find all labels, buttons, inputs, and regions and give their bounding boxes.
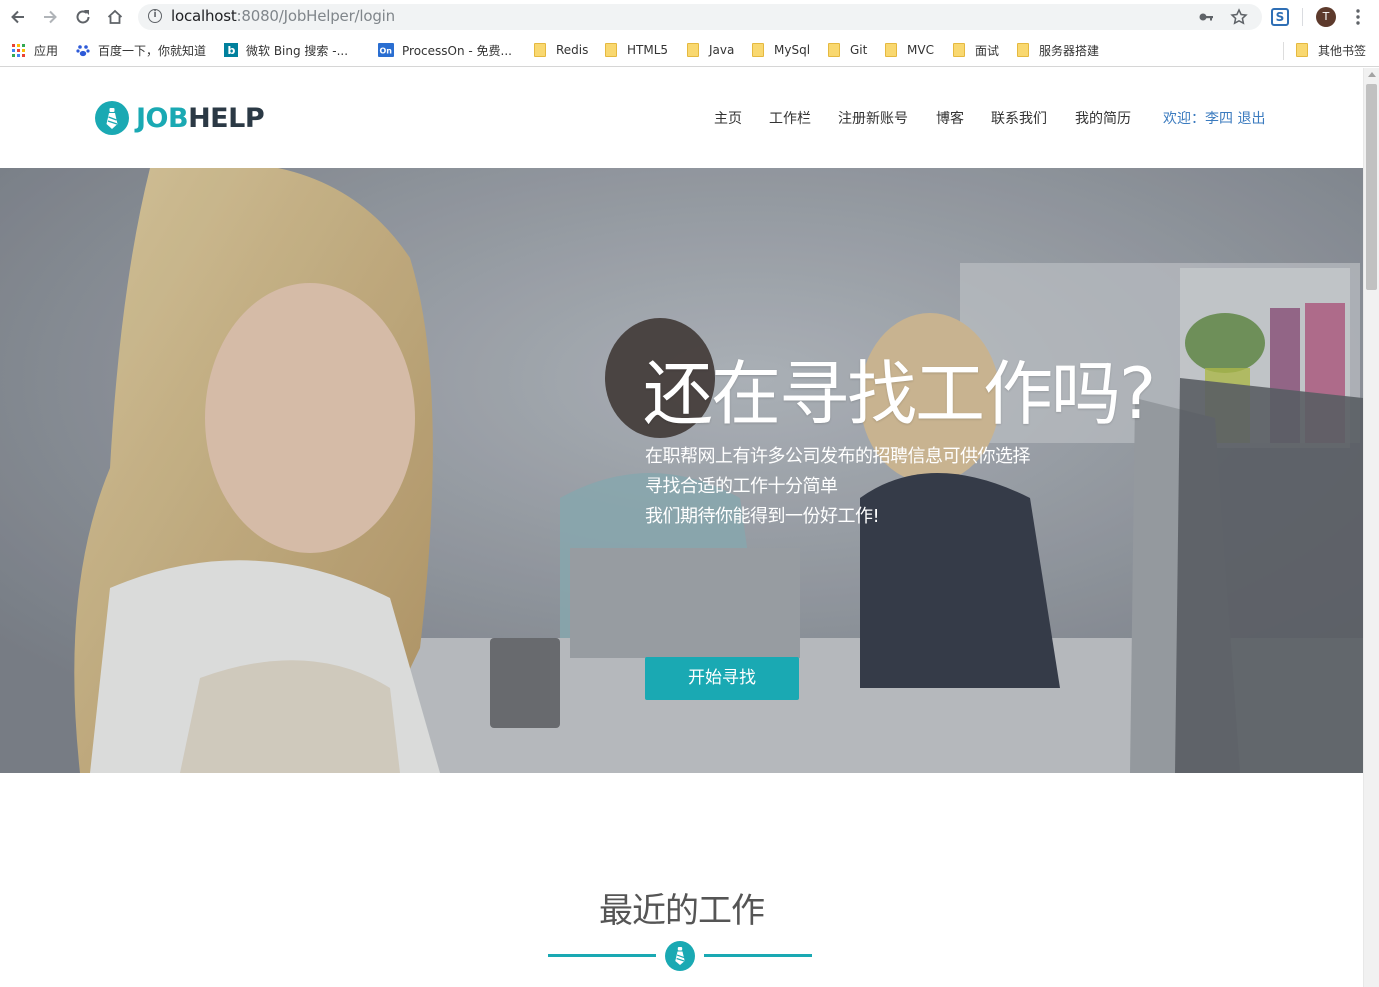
bookmark-folder-server[interactable]: 服务器搭建 xyxy=(1017,42,1099,58)
divider-right-line xyxy=(704,954,812,957)
hero-line-1: 在职帮网上有许多公司发布的招聘信息可供你选择 xyxy=(645,446,1031,467)
folder-icon xyxy=(828,43,840,57)
toolbar-separator xyxy=(1302,8,1303,26)
nav-blog[interactable]: 博客 xyxy=(936,108,964,128)
hero-banner: 还在寻找工作吗? 在职帮网上有许多公司发布的招聘信息可供你选择 寻找合适的工作十… xyxy=(0,168,1363,773)
folder-icon xyxy=(885,43,897,57)
page-scrollbar[interactable] xyxy=(1363,68,1379,987)
forward-arrow-icon xyxy=(44,10,57,24)
address-bar[interactable]: i localhost:8080/JobHelper/login xyxy=(138,4,1262,30)
reload-button[interactable] xyxy=(71,5,95,29)
bookmark-folder-mvc[interactable]: MVC xyxy=(885,42,934,58)
home-button[interactable] xyxy=(103,5,127,29)
folder-icon xyxy=(687,43,699,57)
recent-jobs-title: 最近的工作 xyxy=(599,891,765,931)
bookmark-folder-mysql[interactable]: MySql xyxy=(752,42,810,58)
logo-text-job: JOB xyxy=(136,102,189,134)
site-logo[interactable]: JOBHELP xyxy=(95,101,265,135)
tie-divider-icon xyxy=(665,941,695,971)
svg-text:On: On xyxy=(380,47,393,56)
nav-register[interactable]: 注册新账号 xyxy=(838,108,908,128)
logo-text-help: HELP xyxy=(188,102,265,134)
nav-contact[interactable]: 联系我们 xyxy=(991,108,1047,128)
scroll-up-arrow-icon[interactable] xyxy=(1368,72,1376,77)
bookmark-folder-redis[interactable]: Redis xyxy=(534,42,588,58)
apps-grid-icon xyxy=(12,43,25,57)
url-text[interactable]: localhost:8080/JobHelper/login xyxy=(171,7,395,25)
bookmark-bing[interactable]: b 微软 Bing 搜索 -... xyxy=(224,42,348,58)
reload-icon xyxy=(76,10,90,24)
bookmark-apps[interactable]: 应用 xyxy=(12,42,58,58)
bookmark-processon[interactable]: On ProcessOn - 免费... xyxy=(378,42,512,58)
bookmark-folder-other[interactable]: 其他书签 xyxy=(1296,42,1366,58)
site-info-icon[interactable]: i xyxy=(148,9,162,23)
bookmarks-separator xyxy=(1283,42,1284,60)
start-search-button[interactable]: 开始寻找 xyxy=(645,657,799,700)
scrollbar-thumb[interactable] xyxy=(1366,84,1377,290)
bookmark-folder-html5[interactable]: HTML5 xyxy=(605,42,668,58)
page-viewport: JOBHELP 主页 工作栏 注册新账号 博客 联系我们 我的简历 欢迎：李四 … xyxy=(0,68,1363,987)
divider-left-line xyxy=(548,954,656,957)
svg-text:b: b xyxy=(228,44,236,57)
bookmark-baidu[interactable]: 百度一下，你就知道 xyxy=(76,42,206,58)
home-icon xyxy=(107,9,123,24)
folder-icon xyxy=(605,43,617,57)
bookmark-star-icon[interactable] xyxy=(1230,8,1248,26)
bookmarks-bar: 应用 百度一下，你就知道 b 微软 Bing 搜索 -... On Proces… xyxy=(0,34,1379,67)
bookmark-folder-java[interactable]: Java xyxy=(687,42,734,58)
baidu-paw-icon xyxy=(76,45,90,57)
extension-s-icon[interactable]: S xyxy=(1271,8,1289,26)
profile-avatar[interactable]: T xyxy=(1316,7,1336,27)
menu-dots-icon[interactable] xyxy=(1352,8,1364,26)
key-icon[interactable] xyxy=(1198,9,1214,25)
processon-icon: On xyxy=(378,43,394,57)
site-header: JOBHELP 主页 工作栏 注册新账号 博客 联系我们 我的简历 欢迎：李四 … xyxy=(0,68,1363,168)
nav-home[interactable]: 主页 xyxy=(714,108,742,128)
folder-icon xyxy=(953,43,965,57)
folder-icon xyxy=(1296,43,1308,57)
hero-line-3: 我们期待你能得到一份好工作! xyxy=(645,506,880,527)
hero-title: 还在寻找工作吗? xyxy=(643,353,1156,435)
bookmark-folder-interview[interactable]: 面试 xyxy=(953,42,999,58)
folder-icon xyxy=(534,43,546,57)
bookmark-folder-git[interactable]: Git xyxy=(828,42,867,58)
bing-icon: b xyxy=(224,43,238,57)
browser-toolbar: i localhost:8080/JobHelper/login S T xyxy=(0,0,1379,34)
tie-icon xyxy=(95,101,129,135)
nav-welcome-logout[interactable]: 欢迎：李四 退出 xyxy=(1163,108,1265,128)
nav-jobs[interactable]: 工作栏 xyxy=(769,108,811,128)
back-button[interactable] xyxy=(6,5,30,29)
hero-line-2: 寻找合适的工作十分简单 xyxy=(645,476,838,497)
forward-button[interactable] xyxy=(38,5,62,29)
folder-icon xyxy=(1017,43,1029,57)
folder-icon xyxy=(752,43,764,57)
nav-resume[interactable]: 我的简历 xyxy=(1075,108,1131,128)
back-arrow-icon xyxy=(11,10,24,24)
